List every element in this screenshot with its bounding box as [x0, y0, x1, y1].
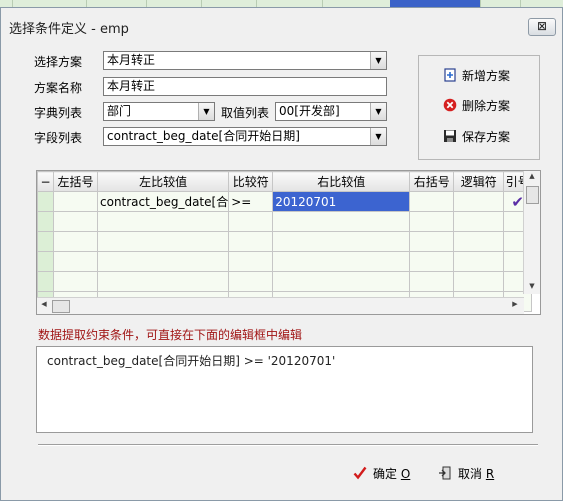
- table-row[interactable]: [37, 271, 533, 292]
- condition-table: − 左括号 左比较值 比较符 右比较值 右括号 逻辑符 引号 contract_…: [37, 171, 533, 312]
- scroll-down-icon[interactable]: ▼: [524, 282, 540, 294]
- add-plan-label: 新增方案: [462, 69, 511, 83]
- add-plan-button[interactable]: 新增方案: [443, 66, 510, 86]
- dict-list-value: 部门: [107, 104, 132, 118]
- expression-text: contract_beg_date[合同开始日期] >= '20120701': [47, 354, 336, 368]
- add-plan-icon: [444, 68, 456, 82]
- strip-cell: [201, 0, 257, 7]
- cell-operator[interactable]: >=: [228, 191, 274, 212]
- plan-actions-group: 新增方案 删除方案 保存方案: [418, 55, 540, 160]
- save-plan-button[interactable]: 保存方案: [443, 127, 510, 147]
- plan-select-value: 本月转正: [107, 53, 156, 67]
- save-plan-label: 保存方案: [462, 130, 511, 144]
- checkmark-icon: [353, 466, 367, 480]
- cancel-shortcut-key: R: [485, 467, 495, 481]
- table-row[interactable]: contract_beg_date[合 >= 20120701 ✔: [37, 191, 533, 212]
- horizontal-scroll-thumb[interactable]: [52, 300, 70, 313]
- save-disk-icon: [444, 130, 456, 142]
- field-list-label: 字段列表: [34, 131, 83, 145]
- value-list-select[interactable]: 00[开发部] ▼: [275, 102, 387, 121]
- scroll-right-icon[interactable]: ▶: [509, 300, 521, 312]
- dict-list-select[interactable]: 部门 ▼: [103, 102, 215, 121]
- cell-logic[interactable]: [453, 191, 505, 212]
- table-row[interactable]: [37, 211, 533, 232]
- dialog-title: 选择条件定义 - emp: [9, 22, 129, 37]
- table-row[interactable]: [37, 231, 533, 252]
- chevron-down-icon[interactable]: ▼: [370, 103, 386, 120]
- strip-cell: [12, 0, 87, 7]
- header-logic[interactable]: 逻辑符: [453, 171, 505, 192]
- cell-left-bracket[interactable]: [53, 191, 98, 212]
- expression-editor[interactable]: contract_beg_date[合同开始日期] >= '20120701': [36, 346, 533, 433]
- chevron-down-icon[interactable]: ▼: [370, 128, 386, 145]
- strip-cell: [480, 0, 521, 7]
- chevron-down-icon[interactable]: ▼: [198, 103, 214, 120]
- plan-name-label: 方案名称: [34, 81, 83, 95]
- cell-right-bracket[interactable]: [409, 191, 455, 212]
- header-right-bracket[interactable]: 右括号: [409, 171, 455, 192]
- vertical-scroll-thumb[interactable]: [526, 186, 539, 204]
- grid-header-row: − 左括号 左比较值 比较符 右比较值 右括号 逻辑符 引号: [37, 171, 533, 192]
- value-list-label: 取值列表: [221, 106, 270, 120]
- strip-cell: [86, 0, 147, 7]
- cell-right-value[interactable]: 20120701: [272, 191, 411, 212]
- grid-corner[interactable]: −: [37, 171, 54, 192]
- condition-grid: − 左括号 左比较值 比较符 右比较值 右括号 逻辑符 引号 contract_…: [36, 170, 541, 315]
- plan-select-label: 选择方案: [34, 55, 83, 69]
- ok-label: 确定: [373, 467, 398, 481]
- value-list-value: 00[开发部]: [279, 104, 340, 118]
- plan-select[interactable]: 本月转正 ▼: [103, 51, 387, 70]
- ok-button[interactable]: 确定 O: [353, 464, 410, 484]
- condition-dialog: 选择条件定义 - emp ⊠ 选择方案 本月转正 ▼ 方案名称 本月转正 字典列…: [0, 7, 563, 501]
- cancel-door-icon: [439, 466, 451, 480]
- strip-cell: [322, 0, 391, 7]
- header-left-value[interactable]: 左比较值: [96, 171, 230, 192]
- chevron-down-icon[interactable]: ▼: [370, 52, 386, 69]
- header-right-value[interactable]: 右比较值: [272, 171, 411, 192]
- plan-name-value: 本月转正: [107, 79, 156, 93]
- scroll-left-icon[interactable]: ◀: [38, 300, 50, 312]
- header-operator[interactable]: 比较符: [228, 171, 274, 192]
- grid-horizontal-scrollbar[interactable]: ◀ ▶: [37, 297, 524, 314]
- background-window-strip: [0, 0, 563, 7]
- delete-plan-icon: [443, 98, 457, 112]
- field-list-select[interactable]: contract_beg_date[合同开始日期] ▼: [103, 127, 387, 146]
- plan-name-input[interactable]: 本月转正: [103, 77, 387, 96]
- header-left-bracket[interactable]: 左括号: [53, 171, 98, 192]
- cell-left-value[interactable]: contract_beg_date[合: [96, 191, 230, 212]
- delete-plan-button[interactable]: 删除方案: [443, 96, 510, 116]
- close-button[interactable]: ⊠: [528, 18, 556, 36]
- constraint-note: 数据提取约束条件，可直接在下面的编辑框中编辑: [38, 328, 303, 342]
- scroll-up-icon[interactable]: ▲: [524, 172, 540, 184]
- row-indicator[interactable]: [37, 191, 54, 212]
- table-row[interactable]: [37, 251, 533, 272]
- field-list-value: contract_beg_date[合同开始日期]: [107, 129, 300, 143]
- cancel-label: 取消: [458, 467, 483, 481]
- grid-vertical-scrollbar[interactable]: ▲ ▼: [523, 171, 540, 294]
- strip-cell: [256, 0, 323, 7]
- strip-cell: [146, 0, 202, 7]
- cancel-button[interactable]: 取消 R: [438, 464, 494, 484]
- delete-plan-label: 删除方案: [462, 99, 511, 113]
- dict-list-label: 字典列表: [34, 106, 83, 120]
- ok-shortcut-key: O: [400, 467, 411, 481]
- divider: [38, 444, 538, 446]
- strip-cell-selected: [390, 0, 481, 7]
